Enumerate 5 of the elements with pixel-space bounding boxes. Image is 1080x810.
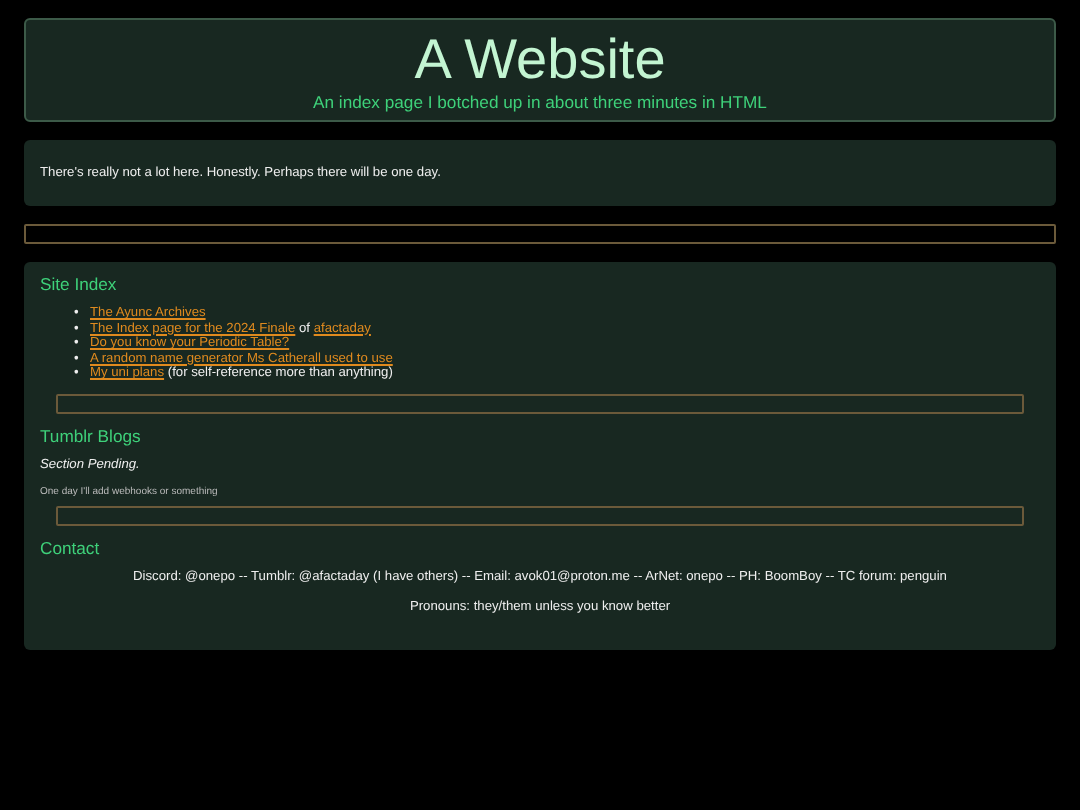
section-heading: Contact: [40, 537, 102, 558]
section-heading: Tumblr Blogs: [40, 425, 143, 446]
site-subtitle: An index page I botched up in about three minutes in HTML: [311, 92, 769, 112]
site-title: A Website: [412, 30, 668, 90]
section-heading: Site Index: [40, 274, 119, 294]
